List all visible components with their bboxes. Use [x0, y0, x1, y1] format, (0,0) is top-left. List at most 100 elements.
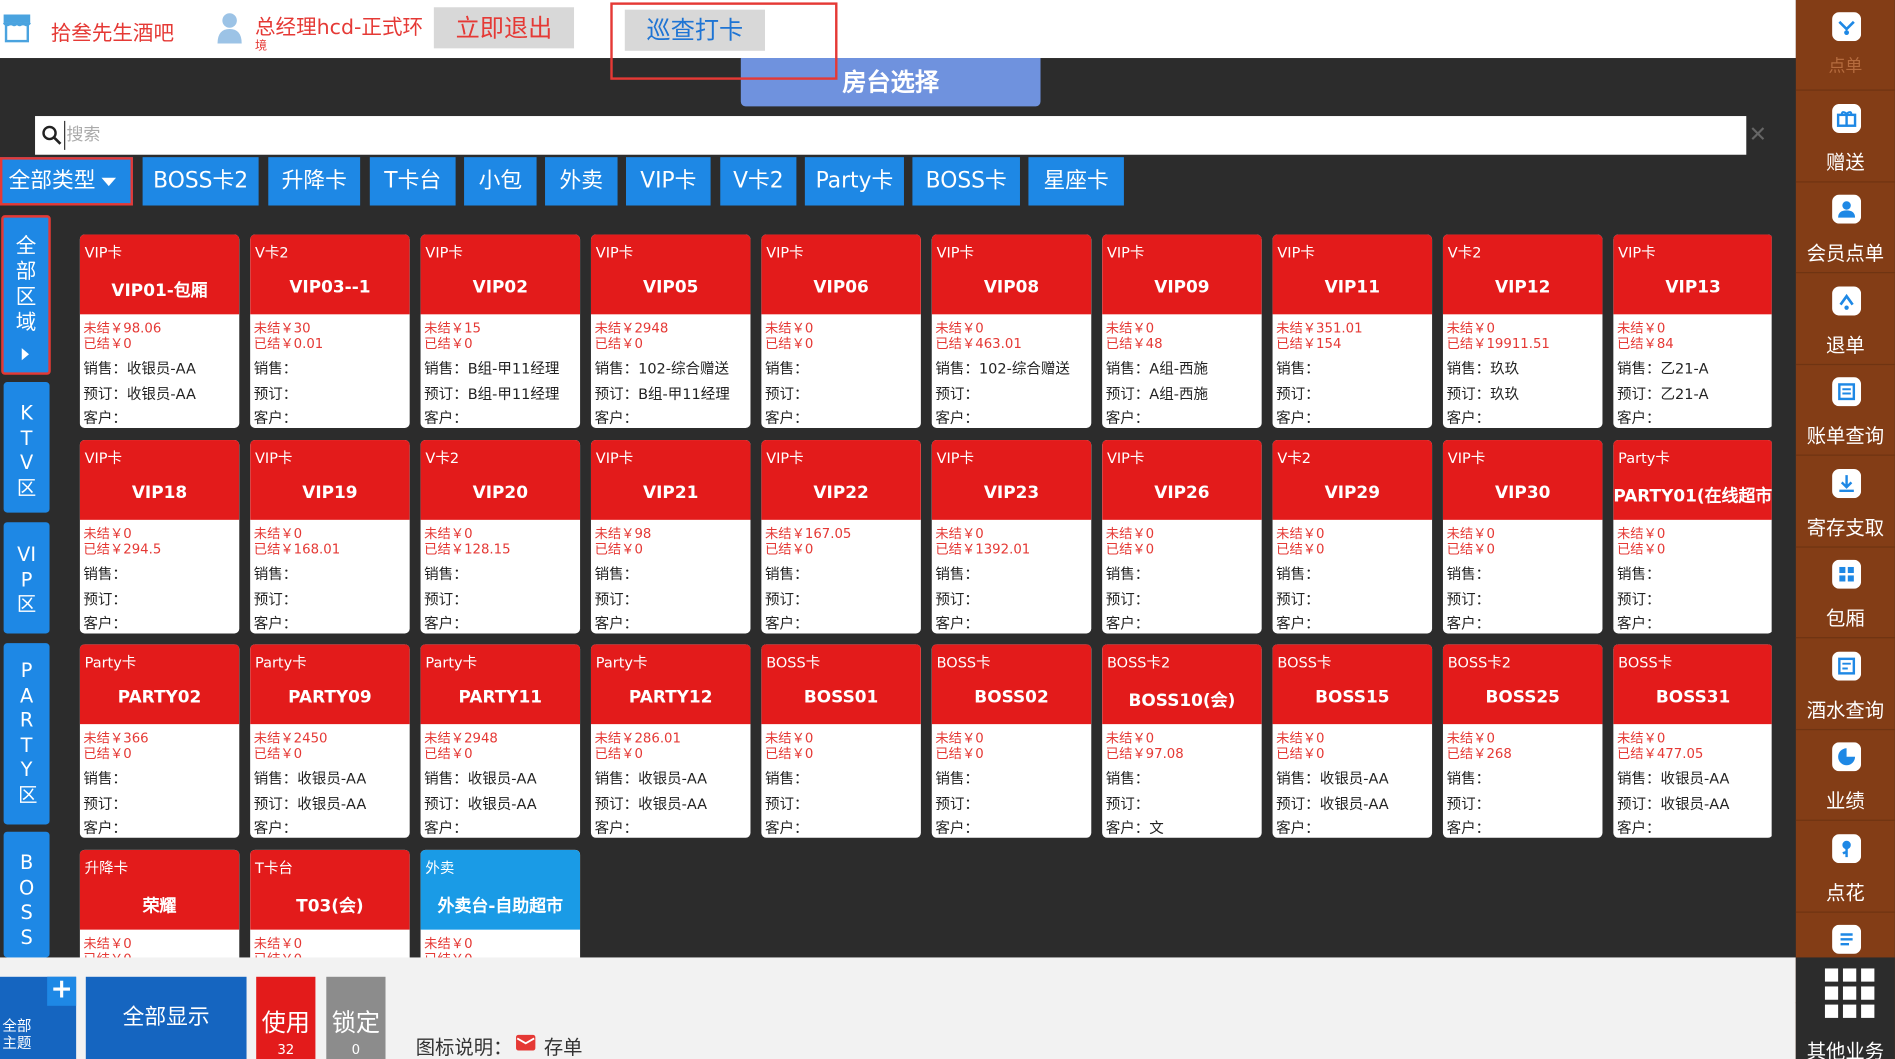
type-tab[interactable]: BOSS卡 — [912, 157, 1020, 206]
room-card[interactable]: VIP卡 VIP21 未结￥98 已结￥0 销售： 预订： 客户： — [590, 440, 751, 634]
room-card[interactable]: Party卡 PARTY11 未结￥2948 已结￥0 销售：收银员-AA 预订：收银员-… — [420, 644, 581, 838]
room-card[interactable]: BOSS卡2 BOSS25 未结￥0 已结￥268 销售： 预订： 客户： — [1442, 644, 1603, 838]
room-card-header: V卡2 VIP12 — [1442, 234, 1603, 315]
room-card[interactable]: VIP卡 VIP02 未结￥15 已结￥0 销售：B组-甲11经理 预订：B组-甲11经理… — [420, 234, 581, 428]
patrol-checkin-button[interactable]: 巡查打卡 — [624, 9, 765, 51]
gift-icon — [1832, 103, 1862, 133]
room-card[interactable]: VIP卡 VIP08 未结￥0 已结￥463.01 销售：102-综合赠送 预订： 客户： — [931, 234, 1092, 428]
sales-info-label: 销售： — [83, 770, 127, 787]
zone-vip[interactable]: VIP区 — [3, 522, 50, 634]
room-type: VIP卡 — [936, 449, 975, 467]
room-card[interactable]: V卡2 VIP03--1 未结￥30 已结￥0.01 销售： 预订： 客户： — [250, 234, 410, 428]
sidebar-item-drink-query[interactable]: 酒水查询 — [1795, 639, 1895, 730]
reserve-info: 预订：收银员-AA — [595, 791, 751, 816]
locked-filter-button[interactable]: 锁定 0 — [326, 976, 386, 1059]
unsettled-label: 未结￥ — [935, 525, 976, 542]
room-card[interactable]: V卡2 VIP12 未结￥0 已结￥19911.51 销售：玖玖 预订：玖玖 客户： — [1442, 234, 1603, 428]
sales-info: 销售：玖玖 — [1447, 357, 1603, 382]
search-input[interactable] — [64, 120, 1708, 150]
room-card[interactable]: BOSS卡 BOSS02 未结￥0 已结￥0 销售： 预订： 客户： — [931, 644, 1092, 838]
room-card[interactable]: VIP卡 VIP11 未结￥351.01 已结￥154 销售： 预订： 客户： — [1272, 234, 1433, 428]
reserve-info-label: 预订： — [1276, 794, 1320, 812]
unsettled-amount: 未结￥0 — [1276, 730, 1432, 746]
room-card[interactable]: BOSS卡 BOSS31 未结￥0 已结￥477.05 销售：收银员-AA 预订：收银员-… — [1613, 644, 1772, 838]
room-card[interactable]: VIP卡 VIP06 未结￥0 已结￥0 销售： 预订： 客户： — [761, 234, 921, 428]
room-card[interactable]: BOSS卡 BOSS15 未结￥0 已结￥0 销售：收银员-AA 预订：收银员-AA 客户： — [1272, 644, 1433, 838]
room-card[interactable]: Party卡 PARTY09 未结￥2450 已结￥0 销售：收银员-AA 预订：收银员-… — [250, 644, 410, 838]
type-tab[interactable]: V卡2 — [720, 157, 797, 206]
unsettled-label: 未结￥ — [1446, 525, 1487, 542]
room-card[interactable]: BOSS卡 BOSS01 未结￥0 已结￥0 销售： 预订： 客户： — [761, 644, 921, 838]
room-type: VIP卡 — [1618, 244, 1656, 262]
room-card[interactable]: Party卡 PARTY12 未结￥286.01 已结￥0 销售：收银员-AA 预订：收银… — [590, 644, 751, 838]
room-card[interactable]: VIP卡 VIP18 未结￥0 已结￥294.5 销售： 预订： 客户： — [79, 440, 240, 634]
room-card[interactable]: V卡2 VIP20 未结￥0 已结￥128.15 销售： 预订： 客户： — [420, 440, 581, 634]
settled-amount: 已结￥0.01 — [254, 336, 410, 352]
sales-info: 销售： — [1106, 766, 1262, 791]
sidebar-item-bill-query[interactable]: 账单查询 — [1795, 365, 1895, 456]
zone-label: VIP区 — [16, 542, 37, 616]
sidebar-item-performance[interactable]: 业绩 — [1795, 730, 1895, 821]
sales-info: 销售： — [1106, 562, 1262, 587]
room-card[interactable]: VIP卡 VIP19 未结￥0 已结￥168.01 销售： 预订： 客户： — [250, 440, 410, 634]
type-tab[interactable]: T卡台 — [369, 157, 456, 206]
sales-info-label: 销售： — [1105, 565, 1150, 583]
sidebar-item-order[interactable]: 点单 — [1795, 0, 1895, 91]
room-card[interactable]: V卡2 VIP29 未结￥0 已结￥0 销售： 预订： 客户： — [1272, 440, 1433, 634]
room-card[interactable]: BOSS卡2 BOSS10(会) 未结￥0 已结￥97.08 销售： 预订： 客户：文 — [1102, 644, 1262, 838]
zone-boss[interactable]: BOSS — [3, 831, 50, 958]
type-filter-dropdown[interactable]: 全部类型 — [0, 157, 133, 206]
room-card[interactable]: Party卡 PARTY02 未结￥366 已结￥0 销售： 预订： 客户： — [79, 644, 240, 838]
unsettled-label: 未结￥ — [253, 730, 294, 746]
sidebar-item-gift[interactable]: 赠送 — [1795, 91, 1895, 182]
room-card[interactable]: 升降卡荣耀未结￥0已结￥0销售：预订：客户： — [79, 849, 240, 958]
room-card[interactable]: VIP卡 VIP30 未结￥0 已结￥0 销售： 预订： 客户： — [1442, 440, 1603, 634]
clear-search-icon[interactable]: ✕ — [1749, 121, 1767, 150]
theme-button[interactable]: + 全部 主题 — [0, 976, 77, 1059]
sales-info-value: B组-甲11经理 — [467, 360, 560, 378]
sidebar-item-refund[interactable]: 退单 — [1795, 274, 1895, 365]
type-tab[interactable]: BOSS卡2 — [142, 157, 259, 206]
room-card[interactable]: Party卡 PARTY01(在线超市) 未结￥0 已结￥0 销售： 预订： 客户： — [1613, 440, 1772, 634]
exit-button[interactable]: 立即退出 — [433, 7, 575, 49]
settled-label: 已结￥ — [1276, 541, 1317, 558]
room-card[interactable]: VIP卡 VIP22 未结￥167.05 已结￥0 销售： 预订： 客户： — [761, 440, 921, 634]
settled-value: 0 — [464, 336, 473, 352]
room-type: VIP卡 — [1106, 244, 1145, 262]
type-tab[interactable]: VIP卡 — [626, 157, 711, 206]
settled-label: 已结￥ — [83, 745, 124, 762]
unsettled-amount: 未结￥2948 — [595, 320, 751, 336]
room-card[interactable]: 外卖外卖台-自助超市未结￥0已结￥0销售：预订：客户： — [420, 849, 581, 958]
zone-ktv[interactable]: KTV区 — [3, 382, 50, 513]
zone-party[interactable]: PARTY区 — [3, 643, 50, 825]
reserve-info-label: 预订： — [1276, 590, 1320, 608]
type-tab[interactable]: 小包 — [464, 157, 537, 206]
room-name: PARTY12 — [628, 687, 713, 708]
plus-icon[interactable]: + — [47, 976, 77, 1006]
type-tab[interactable]: 星座卡 — [1028, 157, 1124, 206]
sidebar-item-room[interactable]: 包厢 — [1795, 548, 1895, 639]
room-card-header: BOSS卡 BOSS31 — [1613, 644, 1772, 725]
other-business-button[interactable]: 其他业务 — [1795, 957, 1895, 1059]
locked-count: 0 — [351, 1042, 361, 1058]
type-tab[interactable]: Party卡 — [804, 157, 904, 206]
room-card[interactable]: VIP卡 VIP26 未结￥0 已结￥0 销售： 预订： 客户： — [1102, 440, 1262, 634]
unsettled-amount: 未结￥98 — [595, 526, 751, 542]
room-card[interactable]: VIP卡 VIP23 未结￥0 已结￥1392.01 销售： 预订： 客户： — [931, 440, 1092, 634]
sidebar-item-flower[interactable]: 点花 — [1795, 821, 1895, 913]
show-all-button[interactable]: 全部显示 — [85, 976, 247, 1059]
room-card[interactable]: T卡台T03(会)未结￥0已结￥0销售：预订：客户： — [250, 849, 410, 958]
room-card[interactable]: VIP卡 VIP05 未结￥2948 已结￥0 销售：102-综合赠送 预订：B组-甲11… — [590, 234, 751, 428]
room-card[interactable]: VIP卡 VIP13 未结￥0 已结￥84 销售：乙21-A 预订：乙21-A 客户： — [1613, 234, 1772, 428]
settled-amount: 已结￥294.5 — [83, 542, 239, 558]
room-card[interactable]: VIP卡 VIP01-包厢 未结￥98.06 已结￥0 销售：收银员-AA 预订：收银员-… — [79, 234, 240, 428]
sales-info: 销售：收银员-AA — [1276, 766, 1432, 791]
type-tab[interactable]: 升降卡 — [268, 157, 361, 206]
room-card[interactable]: VIP卡 VIP09 未结￥0 已结￥48 销售：A组-西施 预订：A组-西施 客户： — [1102, 234, 1262, 428]
unsettled-amount: 未结￥2450 — [254, 730, 410, 746]
in-use-filter-button[interactable]: 使用 32 — [256, 976, 316, 1059]
sidebar-item-member-order[interactable]: 会员点单 — [1795, 183, 1895, 274]
sidebar-item-storage[interactable]: 寄存支取 — [1795, 456, 1895, 548]
type-tab[interactable]: 外卖 — [545, 157, 618, 206]
zone-all[interactable]: 全部区域 — [1, 215, 51, 375]
